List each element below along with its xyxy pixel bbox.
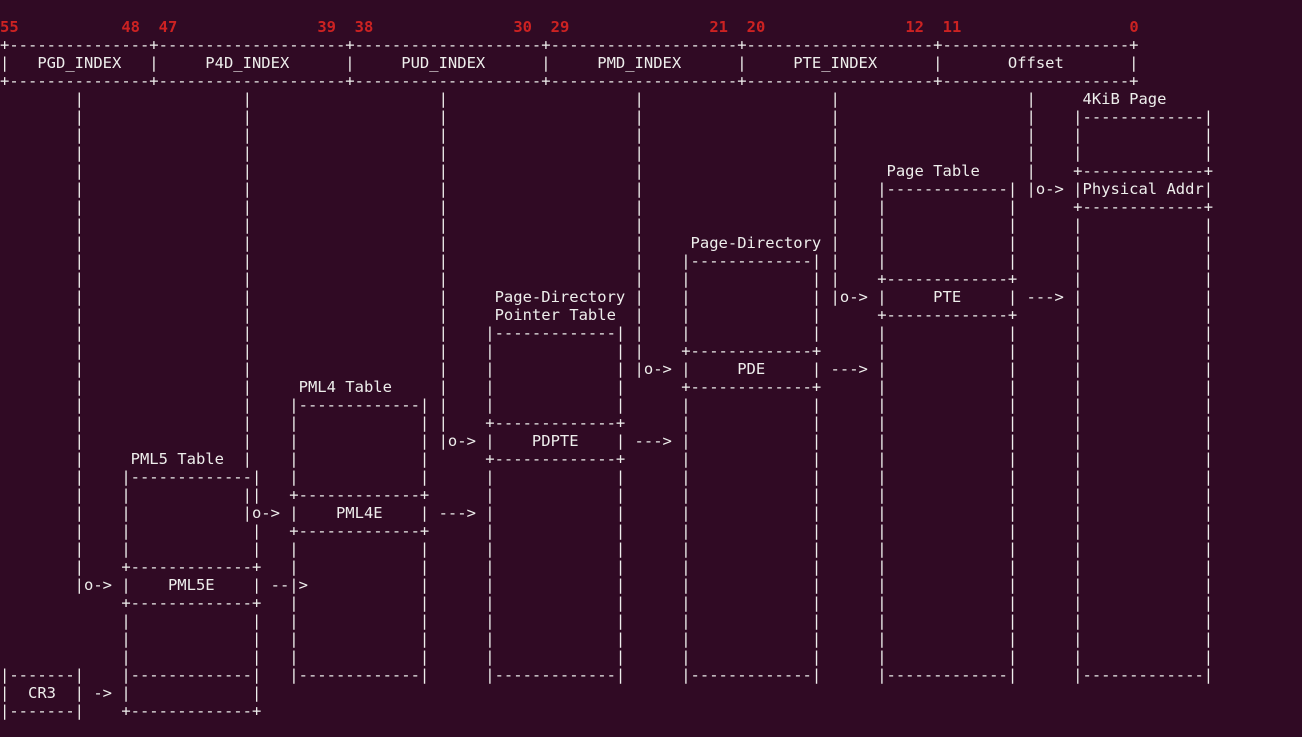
ascii-diagram: 55 48 47 39 38 30 29 21 20 12 11 0 +----…: [0, 0, 1302, 737]
